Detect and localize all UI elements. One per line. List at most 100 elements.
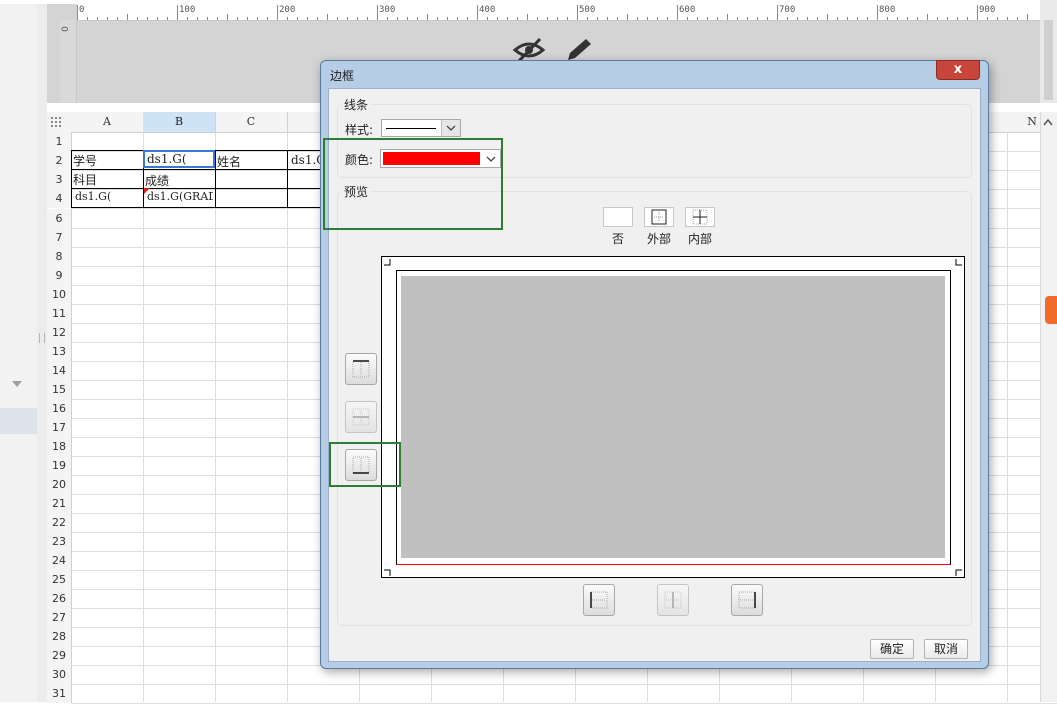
preset-outer-button[interactable]	[644, 207, 674, 227]
row-header[interactable]: 1	[47, 132, 72, 151]
ruler-tick	[457, 17, 458, 20]
row-header[interactable]: 23	[47, 532, 72, 551]
row-header[interactable]: 31	[47, 684, 72, 703]
cancel-button[interactable]: 取消	[924, 639, 968, 659]
corner-mark-icon	[955, 569, 962, 576]
ruler-tick	[607, 17, 608, 20]
row-header[interactable]: 6	[47, 209, 72, 228]
ruler-tick	[897, 17, 898, 20]
ok-button[interactable]: 确定	[870, 639, 914, 659]
row-header[interactable]: 13	[47, 342, 72, 361]
ruler-tick	[277, 5, 278, 20]
border-right-button[interactable]	[731, 584, 763, 616]
ruler-tick	[407, 17, 408, 20]
ruler-tick	[117, 17, 118, 20]
preview-content	[401, 276, 945, 558]
row-header[interactable]: 9	[47, 266, 72, 285]
row-header[interactable]: 21	[47, 494, 72, 513]
row-header[interactable]: 11	[47, 304, 72, 323]
cell-b4[interactable]: ds1.G(GRADE	[147, 190, 213, 203]
row-header[interactable]: 25	[47, 570, 72, 589]
ruler-tick	[857, 17, 858, 20]
row-header[interactable]: 4	[47, 189, 72, 208]
ruler-tick	[297, 17, 298, 20]
row-header[interactable]: 15	[47, 380, 72, 399]
grid-column-line	[215, 132, 216, 702]
row-header[interactable]: 29	[47, 646, 72, 665]
row-header[interactable]: 16	[47, 399, 72, 418]
row-header[interactable]: 18	[47, 437, 72, 456]
row-header[interactable]: 3	[47, 170, 72, 189]
ruler-label: 500	[579, 5, 596, 15]
row-header[interactable]: 10	[47, 285, 72, 304]
border-inner-horizontal-button[interactable]	[345, 401, 377, 433]
left-panel-selected-item[interactable]	[0, 408, 37, 434]
floating-badge[interactable]	[1045, 296, 1057, 324]
row-header[interactable]: 17	[47, 418, 72, 437]
row-header[interactable]: 8	[47, 247, 72, 266]
row-header[interactable]: 19	[47, 456, 72, 475]
row-header[interactable]: 24	[47, 551, 72, 570]
triangle-down-icon[interactable]	[12, 381, 22, 387]
border-left-icon	[590, 591, 608, 609]
cell-b3[interactable]: 成绩	[145, 172, 169, 189]
cell-a4[interactable]: ds1.G(	[75, 190, 111, 203]
ruler-tick	[597, 17, 598, 20]
ruler-tick	[157, 17, 158, 20]
style-select[interactable]	[381, 119, 461, 137]
cell-a2[interactable]: 学号	[73, 152, 97, 169]
table-border	[71, 150, 72, 208]
ruler-tick	[797, 17, 798, 20]
ruler-label: 200	[279, 5, 296, 15]
style-dropdown-button[interactable]	[441, 120, 460, 136]
ruler-label: 400	[479, 5, 496, 15]
left-panel	[0, 0, 38, 702]
ruler-tick	[627, 14, 628, 20]
row-header[interactable]: 30	[47, 665, 72, 684]
row-header[interactable]: 20	[47, 475, 72, 494]
ruler-tick	[527, 14, 528, 20]
row-header[interactable]: 7	[47, 228, 72, 247]
ruler-tick	[617, 17, 618, 20]
border-top-icon	[352, 360, 370, 378]
column-header-b[interactable]: B	[143, 112, 216, 132]
cell-c2[interactable]: 姓名	[217, 153, 241, 170]
row-header[interactable]: 26	[47, 589, 72, 608]
ruler-tick	[387, 17, 388, 20]
designer-scrollbar-thumb[interactable]	[1044, 20, 1053, 100]
preset-inner-button[interactable]	[685, 207, 715, 227]
ruler-tick	[977, 5, 978, 20]
ruler-tick	[837, 17, 838, 20]
preset-none-button[interactable]	[603, 207, 633, 227]
close-icon[interactable]: x	[936, 60, 980, 80]
row-header[interactable]: 22	[47, 513, 72, 532]
row-header[interactable]: 27	[47, 608, 72, 627]
chevron-down-icon	[446, 125, 456, 131]
ruler-tick	[827, 14, 828, 20]
border-left-button[interactable]	[583, 584, 615, 616]
chevron-up-icon[interactable]	[1043, 118, 1053, 126]
row-header[interactable]: 28	[47, 627, 72, 646]
splitter[interactable]	[37, 0, 47, 702]
row-header[interactable]: 2	[47, 151, 72, 170]
ruler-tick	[397, 17, 398, 20]
ruler-tick	[1017, 17, 1018, 20]
column-header-a[interactable]: A	[71, 112, 144, 132]
ruler-tick	[697, 17, 698, 20]
column-header-c[interactable]: C	[215, 112, 288, 132]
ruler-tick	[307, 17, 308, 20]
splitter-grip-icon[interactable]	[39, 333, 45, 343]
ruler-tick	[227, 14, 228, 20]
highlight-box	[323, 138, 503, 230]
row-header[interactable]: 14	[47, 361, 72, 380]
sheet-scrollbar[interactable]	[1040, 112, 1057, 702]
border-top-button[interactable]	[345, 353, 377, 385]
cell-a3[interactable]: 科目	[73, 171, 97, 188]
grid-corner-icon[interactable]	[50, 116, 62, 128]
highlight-box	[329, 442, 401, 487]
row-header[interactable]: 12	[47, 323, 72, 342]
ruler-tick	[327, 14, 328, 20]
border-inner-vertical-button[interactable]	[657, 584, 689, 616]
ruler-tick	[187, 17, 188, 20]
ruler-tick	[497, 17, 498, 20]
